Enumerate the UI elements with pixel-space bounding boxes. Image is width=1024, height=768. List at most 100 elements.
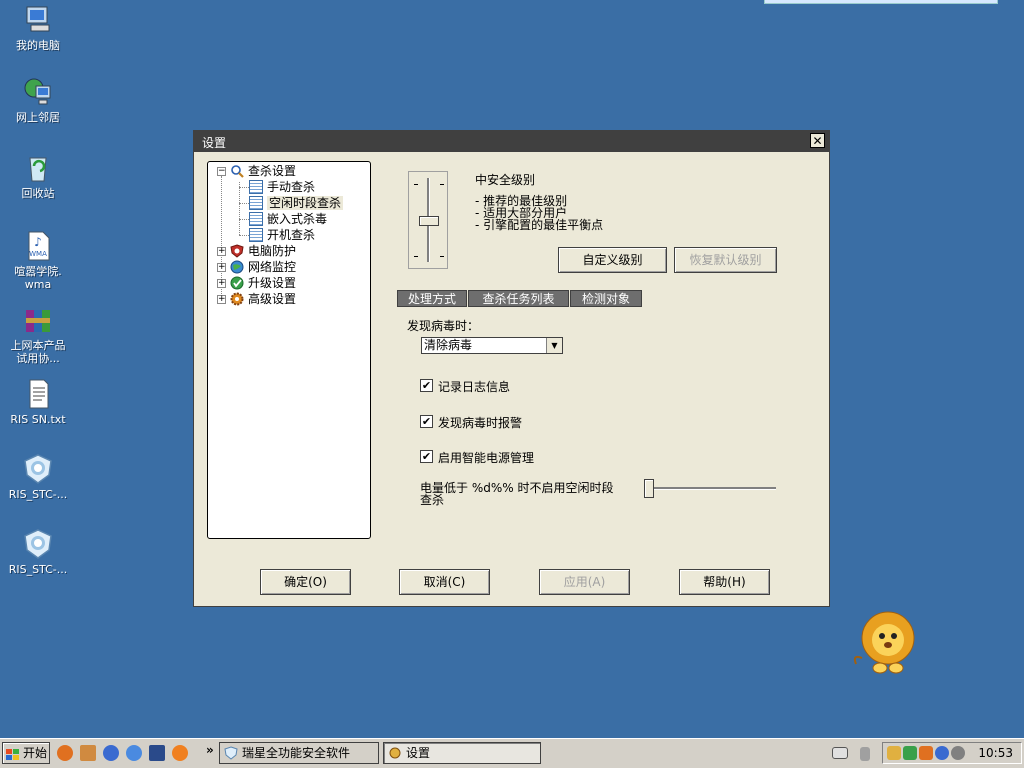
task-rising-antivirus[interactable]: 瑞星全功能安全软件 (219, 742, 379, 764)
gear-icon (230, 292, 244, 306)
desktop-icon-ris-stc-2[interactable]: RIS_STC-... (0, 528, 76, 576)
computer-icon (22, 4, 54, 36)
tree-expand-toggle[interactable]: + (217, 263, 226, 272)
magnifier-icon (230, 164, 244, 178)
keyboard-icon[interactable] (832, 747, 848, 759)
apply-button[interactable]: 应用(A) (539, 569, 630, 595)
chevron-down-icon[interactable]: ▼ (546, 338, 562, 353)
settings-tree[interactable]: − 查杀设置 手动查杀 空闲时段查杀 嵌入式杀毒 开机查杀 + 电脑防护 + 网… (207, 161, 371, 539)
tree-line (239, 203, 249, 204)
close-icon: ✕ (812, 134, 823, 148)
qq-tray-icon[interactable] (919, 746, 933, 760)
desktop-icon-txt-file[interactable]: RIS SN.txt (0, 378, 76, 426)
tree-item-upgrade-settings[interactable]: 升级设置 (230, 275, 296, 291)
power-threshold-label: 电量低于 %d%% 时不启用空闲时段 查杀 (420, 481, 614, 507)
security-level-description: - 推荐的最佳级别 - 适用大部分用户 - 引擎配置的最佳平衡点 (475, 194, 604, 232)
power-threshold-thumb[interactable] (644, 479, 654, 498)
quicklaunch-desktop-icon[interactable] (149, 745, 165, 761)
pen-icon[interactable] (860, 747, 870, 761)
wma-file-icon: ♪ WMA (22, 230, 54, 262)
task-settings[interactable]: 设置 (383, 742, 541, 764)
recycle-bin-icon (22, 152, 54, 184)
taskbar: 开始 » 瑞星全功能安全软件 设置 10:53 (0, 738, 1024, 768)
network-tray-icon[interactable] (935, 746, 949, 760)
page-icon (249, 211, 263, 226)
tab-scan-task-list[interactable]: 查杀任务列表 (468, 290, 569, 307)
quicklaunch-tool-icon[interactable] (80, 745, 96, 761)
cancel-button[interactable]: 取消(C) (399, 569, 490, 595)
tree-item-manual-scan[interactable]: 手动查杀 (249, 179, 315, 195)
rising-lion-shield-icon (22, 528, 54, 560)
page-icon (249, 227, 263, 242)
alarm-label: 发现病毒时报警 (438, 416, 523, 430)
tree-line (239, 187, 249, 188)
rising-shield-icon (224, 746, 238, 760)
tree-line (239, 182, 240, 235)
tree-collapse-toggle[interactable]: − (217, 167, 226, 176)
settings-app-icon (388, 746, 402, 760)
settings-dialog: 设置 ✕ − 查杀设置 手动查杀 空闲时段查杀 嵌入式杀毒 开机查杀 + 电脑防… (193, 130, 830, 607)
page-icon (249, 179, 263, 194)
tree-item-idle-scan[interactable]: 空闲时段查杀 (249, 195, 344, 211)
power-threshold-track (649, 487, 776, 490)
tree-expand-toggle[interactable]: + (217, 295, 226, 304)
windows-flag-icon (6, 747, 19, 760)
custom-level-button[interactable]: 自定义级别 (558, 247, 667, 273)
slider-tick (440, 256, 444, 257)
desktop-icon-winrar-archive[interactable]: 上网本产品 试用协... (0, 304, 76, 365)
tree-item-embedded-scan[interactable]: 嵌入式杀毒 (249, 211, 327, 227)
power-management-label: 启用智能电源管理 (438, 451, 535, 465)
window-title: 设置 (202, 136, 227, 150)
tree-item-boot-scan[interactable]: 开机查杀 (249, 227, 315, 243)
svg-text:♪: ♪ (34, 235, 42, 249)
slider-thumb[interactable] (419, 216, 439, 226)
slider-tick (414, 184, 418, 185)
power-management-checkbox[interactable]: ✔ (420, 450, 433, 463)
quicklaunch-globe-icon[interactable] (103, 745, 119, 761)
clock[interactable]: 10:53 (978, 743, 1013, 763)
tree-item-advanced-settings[interactable]: 高级设置 (230, 291, 296, 307)
umbrella-tray-icon[interactable] (903, 746, 917, 760)
tab-handling-method[interactable]: 处理方式 (397, 290, 467, 307)
top-window-edge (764, 0, 998, 4)
slider-tick (414, 256, 418, 257)
tree-expand-toggle[interactable]: + (217, 247, 226, 256)
virus-found-label: 发现病毒时： (407, 319, 480, 333)
quicklaunch-ie-icon[interactable] (126, 745, 142, 761)
ok-button[interactable]: 确定(O) (260, 569, 351, 595)
shield-icon (230, 243, 244, 258)
help-button[interactable]: 帮助(H) (679, 569, 770, 595)
start-button[interactable]: 开始 (2, 742, 50, 764)
network-globe-icon (22, 76, 54, 108)
tree-expand-toggle[interactable]: + (217, 279, 226, 288)
desktop-icon-network[interactable]: 网上邻居 (0, 76, 76, 124)
log-info-checkbox[interactable]: ✔ (420, 379, 433, 392)
security-level-slider[interactable] (408, 171, 448, 269)
desktop-icon-recycle-bin[interactable]: 回收站 (0, 152, 76, 200)
tree-line (239, 235, 249, 236)
tree-item-scan-settings[interactable]: 查杀设置 (230, 163, 296, 179)
tab-detection-targets[interactable]: 检测对象 (570, 290, 642, 307)
security-level-title: 中安全级别 (475, 173, 536, 187)
folder-tray-icon[interactable] (887, 746, 901, 760)
rising-lion-mascot[interactable] (850, 608, 920, 676)
desktop-icon-wma-file[interactable]: ♪ WMA 喧嚣学院. wma (0, 230, 76, 291)
volume-tray-icon[interactable] (951, 746, 965, 760)
tree-item-network-monitor[interactable]: 网络监控 (230, 259, 296, 275)
log-info-label: 记录日志信息 (438, 380, 511, 394)
restore-default-level-button[interactable]: 恢复默认级别 (674, 247, 777, 273)
close-button[interactable]: ✕ (810, 133, 825, 148)
page-icon (249, 195, 263, 210)
alarm-checkbox[interactable]: ✔ (420, 415, 433, 428)
quicklaunch-firefox-icon[interactable] (57, 745, 73, 761)
quicklaunch-media-player-icon[interactable] (172, 745, 188, 761)
desktop-icon-ris-stc-1[interactable]: RIS_STC-... (0, 453, 76, 501)
desktop-icon-my-computer[interactable]: 我的电脑 (0, 4, 76, 52)
slider-tick (440, 184, 444, 185)
title-bar[interactable]: 设置 ✕ (194, 131, 829, 152)
upgrade-check-icon (230, 276, 244, 290)
tree-line (239, 219, 249, 220)
virus-action-select[interactable]: 清除病毒 ▼ (421, 337, 563, 354)
quicklaunch-more-chevron[interactable]: » (206, 743, 214, 757)
tree-item-pc-protection[interactable]: 电脑防护 (230, 243, 296, 259)
